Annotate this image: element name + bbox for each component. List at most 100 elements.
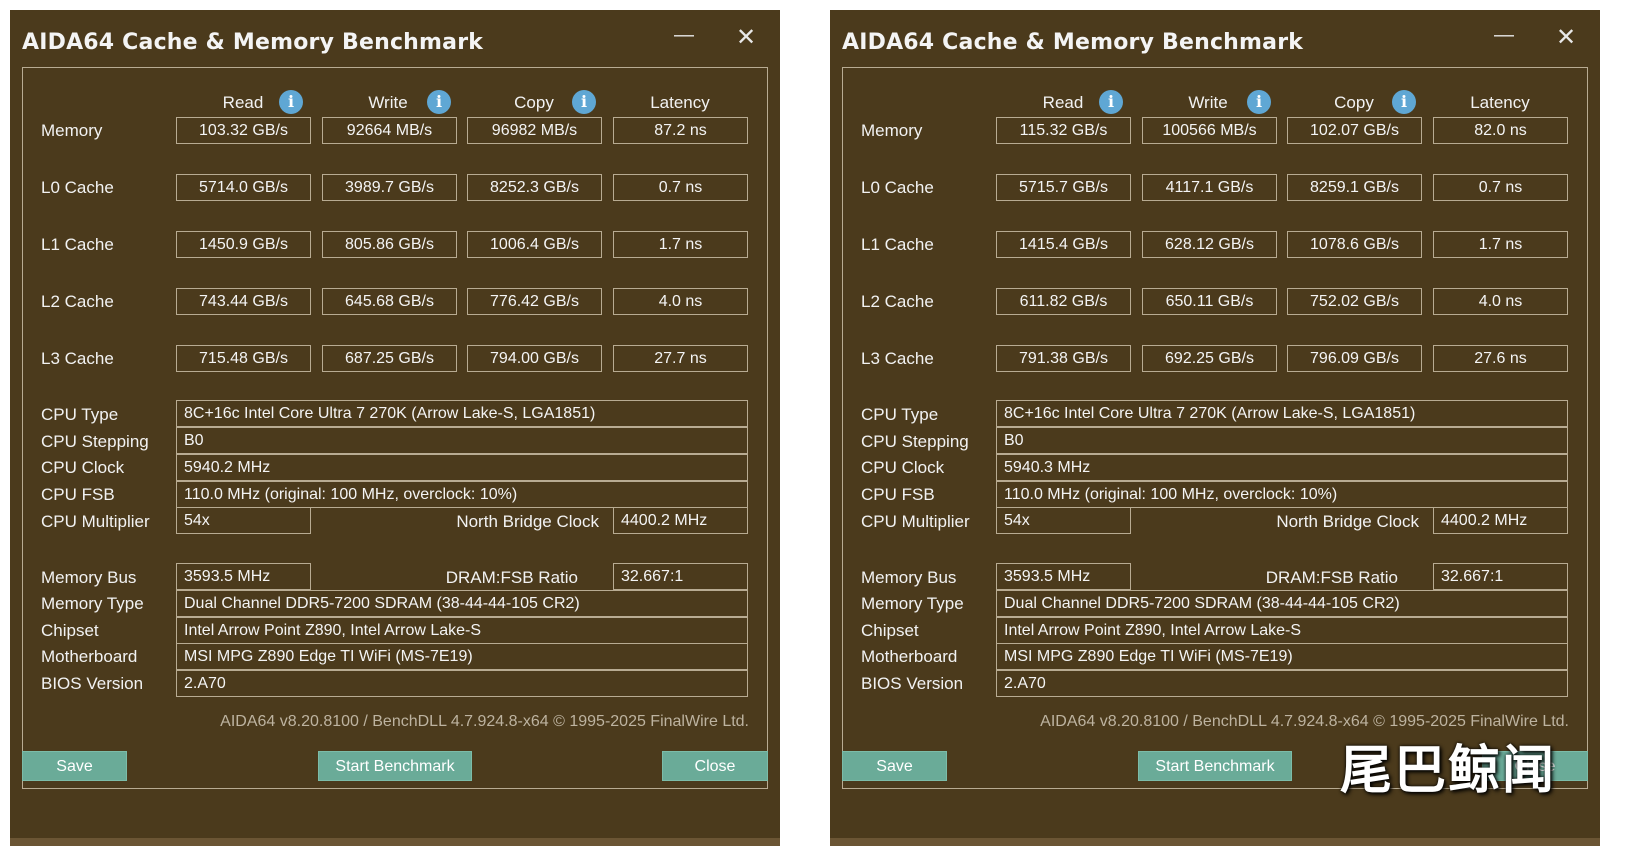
dram-ratio-label: DRAM:FSB Ratio [1265, 568, 1398, 587]
cpu-stepping-value: B0 [176, 427, 748, 454]
l0-read: 5715.7 GB/s [996, 174, 1131, 201]
benchmark-window-left: AIDA64 Cache & Memory Benchmark — ✕ Read… [10, 10, 780, 846]
nb-clock-label: North Bridge Clock [1276, 512, 1419, 531]
motherboard-value: MSI MPG Z890 Edge TI WiFi (MS-7E19) [176, 643, 748, 670]
row-label-l2: L2 Cache [861, 292, 934, 311]
cpu-clock-label: CPU Clock [41, 458, 125, 477]
cpu-fsb-label: CPU FSB [861, 485, 935, 504]
memory-read: 103.32 GB/s [176, 117, 311, 144]
cpu-fsb-value: 110.0 MHz (original: 100 MHz, overclock:… [996, 481, 1568, 508]
info-icon[interactable]: i [1099, 90, 1123, 114]
l2-latency: 4.0 ns [1433, 288, 1568, 315]
memory-copy: 102.07 GB/s [1287, 117, 1422, 144]
l0-latency: 0.7 ns [1433, 174, 1568, 201]
l3-latency: 27.7 ns [613, 345, 748, 372]
chipset-value: Intel Arrow Point Z890, Intel Arrow Lake… [176, 617, 748, 644]
memory-type-label: Memory Type [861, 594, 964, 613]
start-benchmark-button[interactable]: Start Benchmark [1138, 751, 1292, 781]
dram-ratio-label: DRAM:FSB Ratio [445, 568, 578, 587]
l3-read: 715.48 GB/s [176, 345, 311, 372]
memory-type-label: Memory Type [41, 594, 144, 613]
l0-write: 3989.7 GB/s [322, 174, 457, 201]
info-icon[interactable]: i [279, 90, 303, 114]
l0-latency: 0.7 ns [613, 174, 748, 201]
minimize-icon[interactable]: — [1490, 24, 1518, 52]
cpu-fsb-value: 110.0 MHz (original: 100 MHz, overclock:… [176, 481, 748, 508]
l2-write: 645.68 GB/s [322, 288, 457, 315]
chipset-label: Chipset [41, 621, 99, 640]
l1-read: 1415.4 GB/s [996, 231, 1131, 258]
cpu-type-label: CPU Type [41, 405, 119, 424]
close-icon[interactable]: ✕ [732, 24, 760, 52]
info-icon[interactable]: i [427, 90, 451, 114]
motherboard-value: MSI MPG Z890 Edge TI WiFi (MS-7E19) [996, 643, 1568, 670]
start-benchmark-button[interactable]: Start Benchmark [318, 751, 472, 781]
l1-latency: 1.7 ns [1433, 231, 1568, 258]
row-label-l0: L0 Cache [41, 178, 114, 197]
info-icon[interactable]: i [1392, 90, 1416, 114]
l1-read: 1450.9 GB/s [176, 231, 311, 258]
l1-copy: 1078.6 GB/s [1287, 231, 1422, 258]
nb-clock-value: 4400.2 MHz [1433, 507, 1568, 534]
memory-bus-value: 3593.5 MHz [996, 563, 1131, 590]
l2-write: 650.11 GB/s [1142, 288, 1277, 315]
row-label-l1: L1 Cache [41, 235, 114, 254]
memory-read: 115.32 GB/s [996, 117, 1131, 144]
l3-write: 687.25 GB/s [322, 345, 457, 372]
header-write: Write [368, 93, 408, 112]
dram-ratio-value: 32.667:1 [613, 563, 748, 590]
l0-copy: 8252.3 GB/s [467, 174, 602, 201]
header-copy: Copy [1334, 93, 1374, 112]
l1-latency: 1.7 ns [613, 231, 748, 258]
cpu-stepping-label: CPU Stepping [41, 432, 149, 451]
info-icon[interactable]: i [572, 90, 596, 114]
cpu-clock-value: 5940.3 MHz [996, 454, 1568, 481]
l3-copy: 794.00 GB/s [467, 345, 602, 372]
motherboard-label: Motherboard [861, 647, 958, 666]
header-read: Read [1042, 93, 1084, 112]
bios-value: 2.A70 [996, 670, 1568, 697]
cpu-multiplier-label: CPU Multiplier [861, 512, 970, 531]
row-label-l3: L3 Cache [41, 349, 114, 368]
save-button[interactable]: Save [22, 751, 127, 781]
chipset-value: Intel Arrow Point Z890, Intel Arrow Lake… [996, 617, 1568, 644]
window-title: AIDA64 Cache & Memory Benchmark [22, 30, 484, 55]
memory-bus-label: Memory Bus [861, 568, 957, 587]
row-label-l3: L3 Cache [861, 349, 934, 368]
l2-copy: 752.02 GB/s [1287, 288, 1422, 315]
row-label-l2: L2 Cache [41, 292, 114, 311]
header-read: Read [222, 93, 264, 112]
cpu-multiplier-value: 54x [176, 507, 311, 534]
close-icon[interactable]: ✕ [1552, 24, 1580, 52]
chipset-label: Chipset [861, 621, 919, 640]
nb-clock-value: 4400.2 MHz [613, 507, 748, 534]
header-latency: Latency [1470, 93, 1530, 112]
info-icon[interactable]: i [1247, 90, 1271, 114]
dram-ratio-value: 32.667:1 [1433, 563, 1568, 590]
row-label-l0: L0 Cache [861, 178, 934, 197]
cpu-clock-value: 5940.2 MHz [176, 454, 748, 481]
memory-latency: 82.0 ns [1433, 117, 1568, 144]
header-copy: Copy [514, 93, 554, 112]
l2-read: 743.44 GB/s [176, 288, 311, 315]
memory-latency: 87.2 ns [613, 117, 748, 144]
bios-value: 2.A70 [176, 670, 748, 697]
row-label-l1: L1 Cache [861, 235, 934, 254]
bios-label: BIOS Version [861, 674, 964, 693]
memory-copy: 96982 MB/s [467, 117, 602, 144]
l1-write: 805.86 GB/s [322, 231, 457, 258]
close-button[interactable]: Close [662, 751, 768, 781]
nb-clock-label: North Bridge Clock [456, 512, 599, 531]
memory-write: 100566 MB/s [1142, 117, 1277, 144]
l0-write: 4117.1 GB/s [1142, 174, 1277, 201]
motherboard-label: Motherboard [41, 647, 138, 666]
minimize-icon[interactable]: — [670, 24, 698, 52]
memory-type-value: Dual Channel DDR5-7200 SDRAM (38-44-44-1… [176, 590, 748, 617]
cpu-multiplier-label: CPU Multiplier [41, 512, 150, 531]
row-label-memory: Memory [41, 121, 103, 140]
cpu-type-value: 8C+16c Intel Core Ultra 7 270K (Arrow La… [176, 400, 748, 427]
cpu-multiplier-value: 54x [996, 507, 1131, 534]
save-button[interactable]: Save [842, 751, 947, 781]
cpu-clock-label: CPU Clock [861, 458, 945, 477]
memory-write: 92664 MB/s [322, 117, 457, 144]
